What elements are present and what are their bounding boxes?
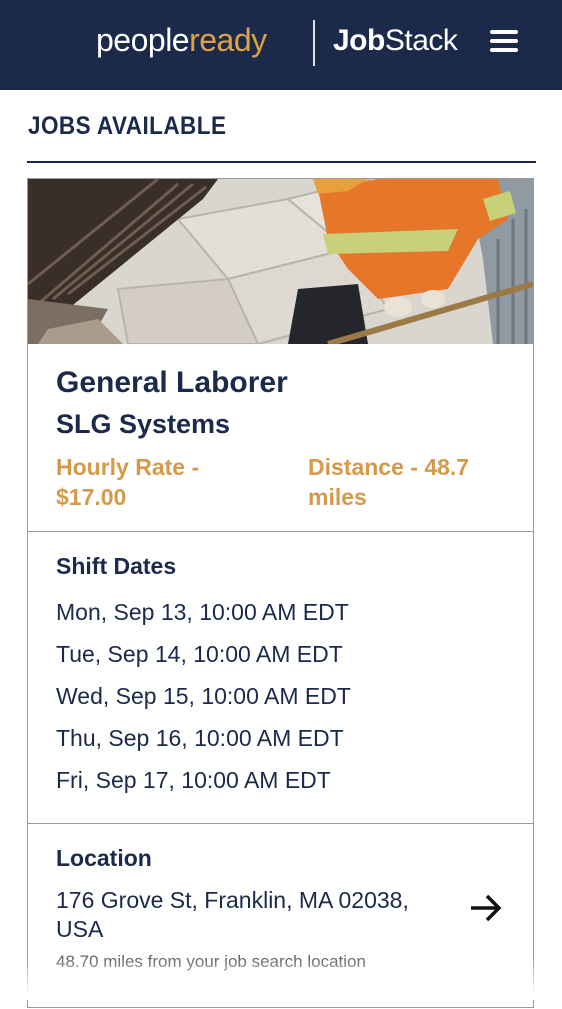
job-distance: Distance - 48.7 miles bbox=[308, 454, 470, 510]
job-title[interactable]: General Laborer bbox=[56, 366, 288, 400]
logo-ready-text: ready bbox=[189, 22, 267, 58]
logo-divider bbox=[313, 20, 315, 66]
shift-dates-title: Shift Dates bbox=[56, 553, 177, 579]
company-name: SLG Systems bbox=[56, 409, 231, 439]
shift-date-item: Thu, Sep 16, 10:00 AM EDT bbox=[56, 725, 344, 751]
title-divider bbox=[27, 161, 536, 163]
shift-date-item: Wed, Sep 15, 10:00 AM EDT bbox=[56, 683, 351, 709]
location-address: 176 Grove St, Franklin, MA 02038, USA bbox=[56, 887, 409, 942]
shift-date-item: Tue, Sep 14, 10:00 AM EDT bbox=[56, 641, 343, 667]
jobstack-logo[interactable]: JobStack bbox=[333, 24, 458, 58]
logo-job-text: Job bbox=[333, 24, 385, 57]
job-card[interactable]: General Laborer SLG Systems Hourly Rate … bbox=[27, 178, 534, 1008]
hamburger-menu-icon[interactable] bbox=[490, 30, 522, 56]
shift-date-item: Mon, Sep 13, 10:00 AM EDT bbox=[56, 599, 349, 625]
page-title: JOBS AVAILABLE bbox=[28, 112, 227, 140]
hourly-rate: Hourly Rate - $17.00 bbox=[56, 454, 200, 510]
scroll-fade bbox=[0, 958, 562, 1000]
logo-people-text: people bbox=[96, 22, 190, 58]
peopleready-logo[interactable]: peopleready bbox=[96, 22, 267, 59]
job-photo bbox=[28, 179, 533, 344]
shift-dates-section: Shift Dates Mon, Sep 13, 10:00 AM EDT Tu… bbox=[28, 531, 533, 824]
logo-stack-text: Stack bbox=[384, 24, 458, 57]
app-header: peopleready JobStack bbox=[0, 0, 562, 90]
location-title: Location bbox=[56, 845, 152, 871]
arrow-right-icon[interactable] bbox=[468, 893, 504, 923]
job-summary: General Laborer SLG Systems Hourly Rate … bbox=[28, 344, 533, 532]
shift-date-item: Fri, Sep 17, 10:00 AM EDT bbox=[56, 767, 331, 793]
